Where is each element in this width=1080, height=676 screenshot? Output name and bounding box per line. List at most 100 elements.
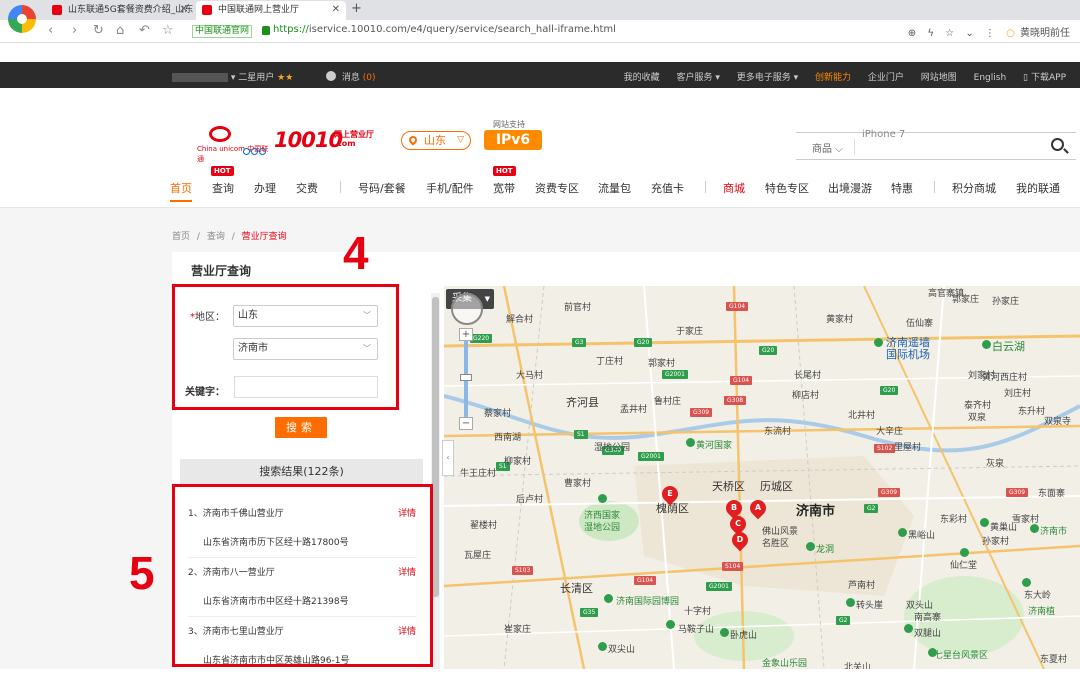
reload-icon[interactable]: ↻ [93, 23, 104, 38]
map-zoom-control: + − [459, 328, 473, 430]
user-info[interactable]: ▾ 二星用户 ★★ [172, 70, 293, 83]
nav-pay[interactable]: 交费 [296, 180, 318, 196]
map-label: 泰齐村 [964, 401, 992, 411]
road-shield: G2001 [638, 452, 664, 461]
top-link-enterprise[interactable]: 企业门户 [868, 73, 904, 83]
nav-broadband[interactable]: 宽带 [493, 180, 515, 196]
nav-phone-accessories[interactable]: 手机/配件 [426, 180, 474, 196]
dropdown-icon[interactable]: ⌄ [965, 28, 973, 39]
search-hint[interactable]: 黄晓明前任 [1020, 28, 1070, 39]
park-poi-icon [1030, 524, 1039, 533]
nav-roaming[interactable]: 出境漫游 [828, 180, 872, 196]
phone-icon: ▯ [1023, 73, 1028, 83]
road-shield: G308 [724, 396, 747, 405]
nav-featured[interactable]: 特色专区 [765, 180, 809, 196]
nav-recharge-card[interactable]: 充值卡 [651, 180, 684, 196]
top-link-download-app[interactable]: 下载APP [1031, 73, 1066, 83]
address-bar: ‹ › ↻ ⌂ ↶ ☆ 中国联通官网 https://iservice.1001… [0, 20, 1080, 43]
top-link-english[interactable]: English [974, 73, 1007, 83]
zoom-out-button[interactable]: − [459, 417, 473, 430]
search-divider [854, 139, 855, 155]
nav-handle[interactable]: 办理 [254, 180, 276, 196]
road-shield: S1 [574, 430, 588, 439]
nav-tariff-zone[interactable]: 资费专区 [535, 180, 579, 196]
nav-number-plan[interactable]: 号码/套餐 [358, 180, 406, 196]
breadcrumb-current: 营业厅查询 [241, 232, 287, 242]
nav-query[interactable]: 查询 [212, 180, 234, 196]
menu-icon[interactable]: ⋮ [985, 28, 995, 39]
map-label: 大辛庄 [876, 427, 904, 437]
browser-logo-icon[interactable] [8, 5, 36, 33]
map-label: 东彩村 [940, 515, 968, 525]
map-label: 龙洞 [816, 545, 835, 555]
lightning-icon[interactable]: ϟ [927, 28, 934, 39]
site-top-bar: ▾ 二星用户 ★★ 消息 (0) 我的收藏 客户服务 ▾ 更多电子服务 ▾ 创新… [0, 62, 1080, 88]
map-marker[interactable]: A [746, 496, 770, 520]
breadcrumb-query[interactable]: 查询 [207, 232, 225, 242]
map-view[interactable]: G104 G20 G3 G20 G220 G2001 G104 G309 G30… [444, 286, 1080, 669]
favorite-icon[interactable]: ☆ [945, 28, 954, 39]
nav-data-pack[interactable]: 流量包 [598, 180, 631, 196]
search-category-select[interactable]: 商品 ⌵ [812, 140, 843, 155]
top-link-e-services[interactable]: 更多电子服务 ▾ [737, 73, 798, 83]
breadcrumb: 首页 / 查询 / 营业厅查询 [172, 229, 287, 242]
undo-icon[interactable]: ↶ [139, 23, 150, 38]
close-tab-icon[interactable]: ✕ [180, 1, 188, 19]
map-label: 瓦屋庄 [464, 551, 492, 561]
chevron-down-icon: ▼ [484, 295, 490, 303]
top-link-sitemap[interactable]: 网站地图 [921, 73, 957, 83]
nav-my-unicom[interactable]: 我的联通 [1016, 180, 1060, 196]
collapse-panel-button[interactable]: ‹ [442, 440, 454, 476]
scrollbar-thumb[interactable] [432, 297, 439, 597]
user-dropdown-icon[interactable]: ▾ [231, 73, 236, 83]
hot-badge: HOT [211, 166, 234, 176]
nav-deals[interactable]: 特惠 [891, 180, 913, 196]
home-icon[interactable]: ⌂ [116, 23, 124, 38]
certificate-badge[interactable]: 中国联通官网 [192, 25, 253, 38]
top-link-innovation[interactable]: 创新能力 [815, 73, 851, 83]
map-label: 里屋村 [894, 443, 922, 453]
map-label: 马鞍子山 [678, 625, 715, 635]
park-poi-icon [666, 620, 675, 629]
road-shield: S102 [874, 444, 896, 453]
map-label: 历城区 [760, 480, 793, 493]
park-poi-icon [686, 438, 695, 447]
brand-10010[interactable]: 10010 [274, 128, 343, 152]
road-shield: G35 [580, 608, 599, 617]
user-level: 二星用户 [238, 73, 275, 83]
nav-home[interactable]: 首页 [170, 180, 192, 202]
map-marker[interactable]: E [658, 482, 682, 506]
road-shield: G104 [726, 302, 749, 311]
chevron-down-icon: ▽ [457, 135, 464, 145]
search-button[interactable]: 搜索 [275, 417, 327, 438]
bookmark-star-icon[interactable]: ☆ [162, 23, 174, 38]
map-label: 天桥区 [712, 480, 745, 493]
zoom-icon[interactable]: ⊕ [908, 28, 916, 39]
region-selector[interactable]: 山东 ▽ [401, 131, 471, 150]
search-input[interactable]: iPhone 7 [862, 129, 905, 140]
back-icon[interactable]: ‹ [48, 23, 53, 38]
messages-link[interactable]: 消息 (0) [326, 70, 376, 83]
browser-tab-2[interactable]: 中国联通网上营业厅 ✕ [196, 1, 346, 20]
map-label: 东升村 [1018, 407, 1046, 417]
road-shield: G220 [470, 334, 493, 343]
nav-mall[interactable]: 商城 [723, 180, 745, 196]
zoom-slider-handle[interactable] [460, 374, 472, 381]
park-poi-icon [898, 528, 907, 537]
top-link-customer-service[interactable]: 客户服务 ▾ [676, 73, 719, 83]
unicom-knot-icon [209, 126, 231, 142]
zoom-in-button[interactable]: + [459, 328, 473, 341]
page-title: 营业厅查询 [191, 264, 252, 278]
url-field[interactable]: https://iservice.10010.com/e4/query/serv… [273, 24, 616, 35]
forward-icon[interactable]: › [72, 23, 77, 38]
browser-tab-1[interactable]: 山东联通5G套餐资费介绍_山东 ✕ [46, 1, 194, 20]
new-tab-icon[interactable]: + [351, 1, 362, 16]
map-compass[interactable] [451, 293, 483, 325]
search-icon[interactable] [1051, 138, 1064, 151]
top-link-favorites[interactable]: 我的收藏 [624, 73, 660, 83]
lock-icon [262, 26, 270, 35]
breadcrumb-home[interactable]: 首页 [172, 232, 190, 242]
nav-points-mall[interactable]: 积分商城 [952, 180, 996, 196]
map-marker[interactable]: D [728, 528, 752, 552]
close-tab-icon[interactable]: ✕ [332, 1, 340, 19]
